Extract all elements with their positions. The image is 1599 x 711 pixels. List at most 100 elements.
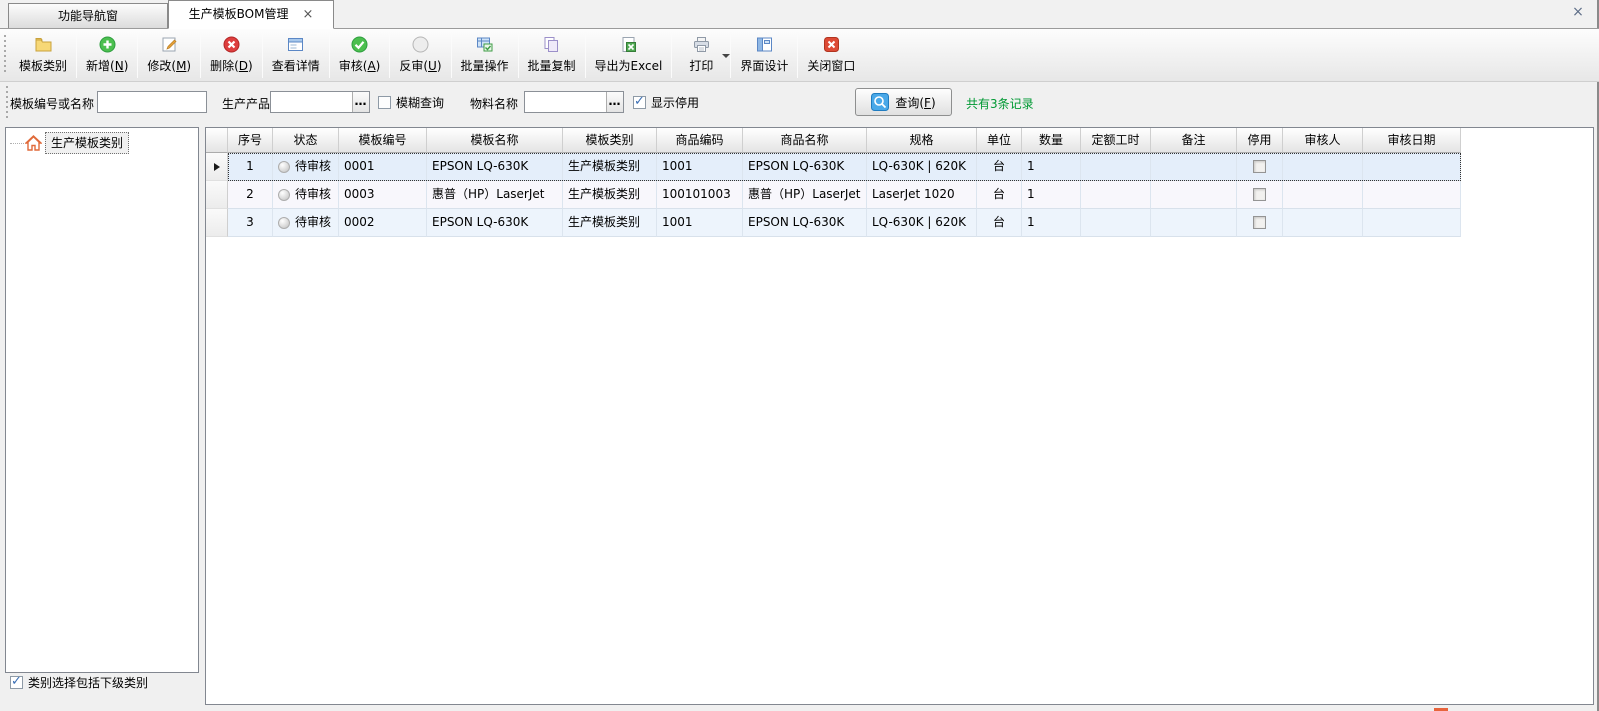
ui-design-button[interactable]: 界面设计: [731, 31, 797, 79]
show-disabled-label: 显示停用: [651, 94, 699, 111]
cell-category: 生产模板类别: [563, 153, 657, 181]
window-close-icon[interactable]: ×: [1568, 2, 1588, 22]
tab-close-icon[interactable]: ×: [302, 7, 313, 22]
fuzzy-search-option: 模糊查询: [378, 94, 444, 111]
row-selector-cell: [206, 209, 228, 237]
tab-function-nav[interactable]: 功能导航窗: [8, 3, 168, 28]
column-header-auditor[interactable]: 审核人: [1283, 128, 1363, 153]
cell-name: 惠普（HP）LaserJet: [427, 181, 563, 209]
cell-seq: 1: [228, 153, 273, 181]
toolbar: 模板类别 新增(N) 修改(M) 删除(D) 查看详情 审核(A) 反审(U) …: [0, 28, 1599, 82]
batch-operation-button[interactable]: 批量操作: [452, 31, 518, 79]
edit-icon: [161, 36, 178, 53]
fuzzy-search-label: 模糊查询: [396, 94, 444, 111]
column-header-product_code[interactable]: 商品编码: [657, 128, 743, 153]
cell-product_code: 100101003: [657, 181, 743, 209]
column-header-spec[interactable]: 规格: [867, 128, 977, 153]
tab-function-nav-label: 功能导航窗: [58, 9, 118, 23]
print-button[interactable]: 打印: [672, 31, 730, 79]
cell-status: 待审核: [273, 181, 339, 209]
audit-button[interactable]: 审核(A): [330, 31, 390, 79]
cell-status: 待审核: [273, 153, 339, 181]
delete-button[interactable]: 删除(D): [201, 31, 262, 79]
column-header-code[interactable]: 模板编号: [339, 128, 427, 153]
row-selector-cell: [206, 181, 228, 209]
column-header-qty[interactable]: 数量: [1022, 128, 1081, 153]
export-excel-icon: [620, 36, 637, 53]
cell-audit_date: [1363, 209, 1461, 237]
column-header-product_name[interactable]: 商品名称: [743, 128, 867, 153]
cell-hours: [1081, 153, 1151, 181]
unaudit-button[interactable]: 反审(U): [390, 31, 450, 79]
cell-unit: 台: [977, 153, 1022, 181]
toolbar-grip[interactable]: [2, 35, 8, 75]
status-pending-icon: [278, 161, 290, 173]
cell-product_code: 1001: [657, 153, 743, 181]
disabled-checkbox: [1253, 188, 1266, 201]
material-lookup-button[interactable]: …: [606, 92, 623, 112]
column-header-hours[interactable]: 定额工时: [1081, 128, 1151, 153]
column-header-audit_date[interactable]: 审核日期: [1363, 128, 1461, 153]
view-details-button[interactable]: 查看详情: [263, 31, 329, 79]
status-pending-icon: [278, 189, 290, 201]
product-filter-input[interactable]: [271, 92, 352, 112]
cell-unit: 台: [977, 181, 1022, 209]
batch-copy-icon: [543, 36, 560, 53]
show-disabled-checkbox[interactable]: [633, 96, 646, 109]
cell-remark: [1151, 181, 1237, 209]
close-window-button[interactable]: 关闭窗口: [798, 31, 864, 79]
table-row[interactable]: 1待审核0001EPSON LQ-630K生产模板类别1001EPSON LQ-…: [206, 153, 1593, 181]
cell-spec: LQ-630K | 620K: [867, 209, 977, 237]
disabled-checkbox: [1253, 216, 1266, 229]
template-filter-input[interactable]: [97, 91, 207, 113]
cell-code: 0001: [339, 153, 427, 181]
material-filter-label: 物料名称: [470, 95, 518, 112]
include-subcategory-option: 类别选择包括下级类别: [10, 674, 148, 691]
include-subcategory-checkbox[interactable]: [10, 676, 23, 689]
table-row[interactable]: 2待审核0003惠普（HP）LaserJet生产模板类别100101003惠普（…: [206, 181, 1593, 209]
search-button-label: 查询(F): [895, 94, 935, 111]
column-header-seq[interactable]: 序号: [228, 128, 273, 153]
column-header-category[interactable]: 模板类别: [563, 128, 657, 153]
search-button[interactable]: 查询(F): [855, 88, 952, 116]
fuzzy-search-checkbox[interactable]: [378, 96, 391, 109]
tab-bom-management-label: 生产模板BOM管理: [189, 7, 289, 21]
tree-item-root-category[interactable]: 生产模板类别: [10, 132, 198, 154]
cell-auditor: [1283, 153, 1363, 181]
cell-name: EPSON LQ-630K: [427, 153, 563, 181]
tab-bom-management[interactable]: 生产模板BOM管理 ×: [168, 0, 334, 29]
cell-unit: 台: [977, 209, 1022, 237]
audit-icon: [351, 36, 368, 53]
record-count: 共有3条记录: [966, 95, 1034, 112]
edit-button[interactable]: 修改(M): [138, 31, 200, 79]
column-header-unit[interactable]: 单位: [977, 128, 1022, 153]
column-header-name[interactable]: 模板名称: [427, 128, 563, 153]
cell-disabled: [1237, 153, 1283, 181]
tab-strip: 功能导航窗 生产模板BOM管理 × ×: [0, 0, 1599, 28]
bom-grid-panel: 序号状态模板编号模板名称模板类别商品编码商品名称规格单位数量定额工时备注停用审核…: [205, 127, 1594, 705]
category-tree-panel: 生产模板类别: [5, 127, 199, 673]
column-header-remark[interactable]: 备注: [1151, 128, 1237, 153]
include-subcategory-label: 类别选择包括下级类别: [28, 674, 148, 691]
cell-status: 待审核: [273, 209, 339, 237]
search-icon: [871, 93, 889, 111]
product-lookup-button[interactable]: …: [352, 92, 369, 112]
column-header-disabled[interactable]: 停用: [1237, 128, 1283, 153]
template-category-button[interactable]: 模板类别: [10, 31, 76, 79]
print-dropdown-caret[interactable]: [722, 54, 730, 58]
batch-copy-button[interactable]: 批量复制: [519, 31, 585, 79]
table-row[interactable]: 3待审核0002EPSON LQ-630K生产模板类别1001EPSON LQ-…: [206, 209, 1593, 237]
print-icon: [693, 36, 710, 53]
cell-seq: 2: [228, 181, 273, 209]
cell-disabled: [1237, 209, 1283, 237]
cell-audit_date: [1363, 153, 1461, 181]
cell-qty: 1: [1022, 153, 1081, 181]
filter-bar: 模板编号或名称 生产产品 … 模糊查询 物料名称 … 显示停用 查询(F) 共有…: [0, 82, 1599, 122]
cell-remark: [1151, 209, 1237, 237]
close-window-icon: [823, 36, 840, 53]
export-excel-button[interactable]: 导出为Excel: [586, 31, 672, 79]
material-filter-input[interactable]: [525, 92, 606, 112]
column-header-status[interactable]: 状态: [273, 128, 339, 153]
cell-qty: 1: [1022, 209, 1081, 237]
add-button[interactable]: 新增(N): [77, 31, 137, 79]
